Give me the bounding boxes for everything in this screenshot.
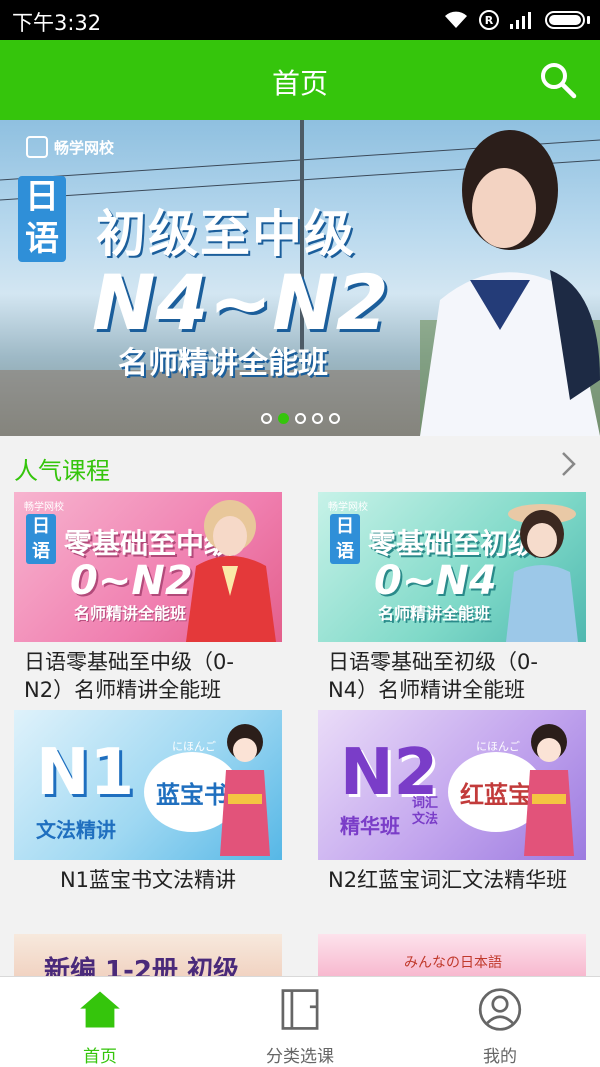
search-icon[interactable] (538, 60, 578, 100)
banner-logo-text: 畅学网校 (54, 138, 115, 157)
course-thumbnail[interactable]: N2 精华班 词汇 文法 にほんご 红蓝宝 (318, 710, 586, 860)
thumb-title: 新编 1-2册 初级 (44, 956, 240, 976)
tab-profile[interactable]: 我的 (400, 977, 600, 1067)
thumb-subtitle: 名师精讲全能班 (74, 604, 187, 623)
course-thumbnail[interactable]: 畅学网校 日语 零基础至中级 0~N2 名师精讲全能班 (14, 492, 282, 642)
course-thumbnail[interactable]: N1 文法精讲 にほんご 蓝宝书 (14, 710, 282, 860)
thumb-logo: 畅学网校 (24, 502, 64, 513)
course-card-partial[interactable]: 新编 1-2册 初级 (14, 934, 282, 976)
course-title[interactable]: 日语零基础至中级（0-N2）名师精讲全能班 (14, 648, 282, 704)
thumb-level: 0~N4 (374, 558, 497, 604)
tab-label: 我的 (483, 1047, 517, 1067)
thumb-subtitle: 名师精讲全能班 (378, 604, 491, 623)
chevron-right-icon[interactable] (554, 450, 582, 478)
girl-image (506, 504, 578, 642)
home-icon (80, 991, 120, 1028)
course-card[interactable]: N1 文法精讲 にほんご 蓝宝书 N1蓝宝书文法精讲 (14, 710, 282, 894)
book-icon (281, 989, 319, 1030)
thumb-level: 0~N2 (70, 558, 193, 604)
banner-headline: 初级至中级 (96, 205, 356, 263)
thumb-subtitle: 文法精讲 (36, 818, 116, 842)
carousel-dot[interactable] (277, 413, 289, 424)
wifi-icon (445, 11, 467, 28)
carousel-dots (0, 413, 600, 424)
carousel-dot[interactable] (294, 413, 306, 424)
course-title[interactable]: N2红蓝宝词汇文法精华班 (318, 866, 586, 894)
thumb-subtitle: 精华班 (340, 814, 400, 838)
bottom-tab-bar: 首页 分类选课 我的 (0, 976, 600, 1067)
user-icon (478, 988, 522, 1031)
logo-mark-icon (26, 136, 48, 158)
thumb-badge: 日语 (330, 514, 360, 564)
popular-courses-header[interactable]: 人气课程 (0, 436, 600, 492)
banner-carousel[interactable]: 畅学网校 日语 初级至中级 N4~N2 名师精讲全能班 (0, 120, 600, 436)
course-title[interactable]: N1蓝宝书文法精讲 (14, 866, 282, 894)
carousel-dot[interactable] (311, 413, 323, 424)
carousel-dot[interactable] (260, 413, 272, 424)
tab-label: 分类选课 (266, 1047, 334, 1067)
battery-icon (545, 11, 585, 29)
course-card-partial[interactable]: みんなの日本語 (318, 934, 586, 976)
app-header: 首页 (0, 40, 600, 120)
kimono-doll-image (220, 724, 270, 856)
roaming-icon: R (479, 10, 499, 30)
battery-tip (587, 16, 590, 24)
course-card[interactable]: 畅学网校 日语 零基础至初级 0~N4 名师精讲全能班 日语零基础至初级（0-N… (318, 492, 586, 704)
banner-subtitle: 名师精讲全能班 (118, 346, 328, 381)
carousel-dot[interactable] (328, 413, 340, 424)
thumb-title: みんなの日本語 (404, 955, 502, 971)
tab-label: 首页 (83, 1047, 117, 1067)
tab-home[interactable]: 首页 (0, 977, 200, 1067)
signal-icon (510, 12, 531, 29)
thumb-side-label: 词汇 文法 (412, 796, 439, 827)
status-bar: 下午3:32 R (0, 0, 600, 40)
page-title: 首页 (271, 67, 328, 100)
kimono-doll-image (524, 724, 574, 856)
course-card[interactable]: 畅学网校 日语 零基础至中级 0~N2 名师精讲全能班 日语零基础至中级（0-N… (14, 492, 282, 704)
thumb-logo: 畅学网校 (328, 502, 368, 513)
banner-person-image (420, 130, 600, 436)
thumb-level: N1 (36, 736, 135, 810)
status-time: 下午3:32 (12, 11, 102, 35)
course-thumbnail[interactable]: 畅学网校 日语 零基础至初级 0~N4 名师精讲全能班 (318, 492, 586, 642)
course-card[interactable]: N2 精华班 词汇 文法 にほんご 红蓝宝 N2红蓝宝词汇文法精华班 (318, 710, 586, 894)
banner-logo: 畅学网校 (26, 136, 114, 158)
course-title[interactable]: 日语零基础至初级（0-N4）名师精讲全能班 (318, 648, 586, 704)
tab-categories[interactable]: 分类选课 (200, 977, 400, 1067)
kimono-girl-image (186, 500, 276, 642)
thumb-badge: 日语 (26, 514, 56, 564)
banner-level: N4~N2 (92, 258, 389, 347)
status-icons: R (443, 9, 590, 31)
banner-tag: 日语 (18, 176, 66, 262)
section-title: 人气课程 (14, 457, 110, 485)
